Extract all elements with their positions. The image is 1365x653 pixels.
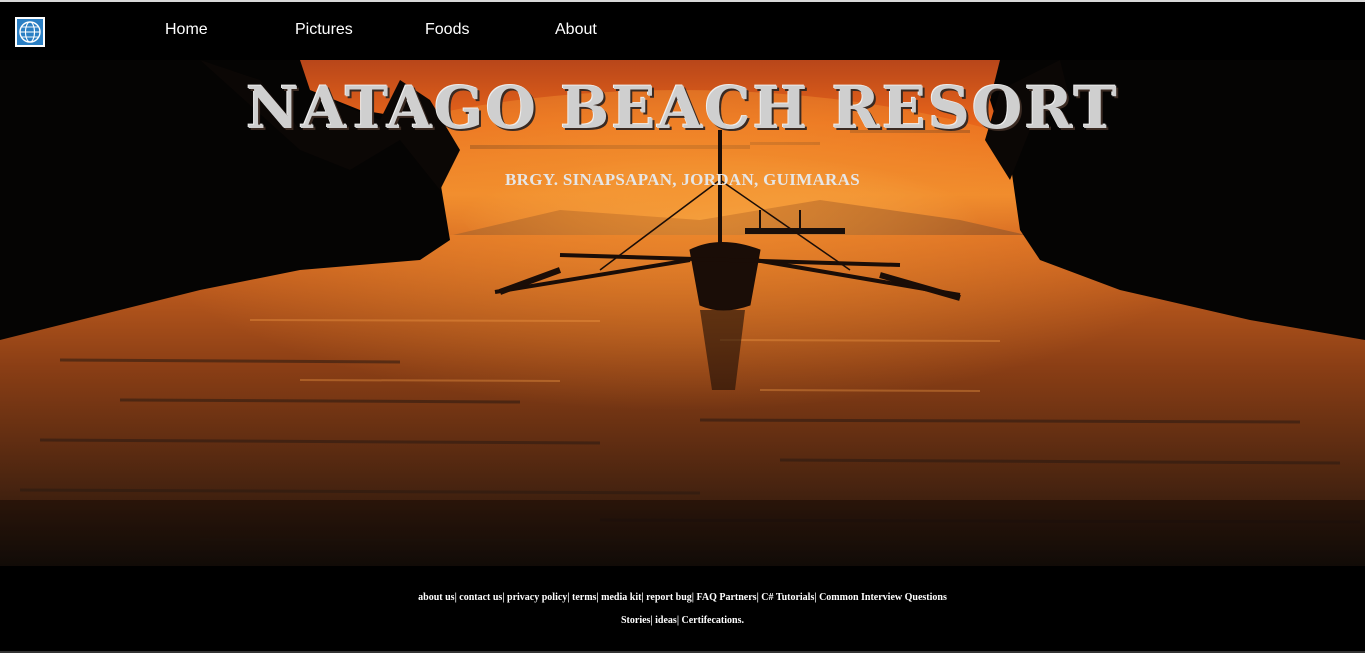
- footer-links-row-2: Stories| ideas| Certifecations.: [0, 614, 1365, 628]
- footer: about us| contact us| privacy policy| te…: [0, 566, 1365, 653]
- hero-banner: NATAGO BEACH RESORT BRGY. SINAPSAPAN, JO…: [0, 60, 1365, 566]
- footer-link[interactable]: Certifecations.: [682, 615, 744, 626]
- nav-pictures-link[interactable]: Pictures: [295, 21, 353, 39]
- footer-link[interactable]: terms: [572, 592, 596, 603]
- footer-link[interactable]: contact us: [459, 592, 502, 603]
- navbar: Home Pictures Foods About: [0, 2, 1365, 60]
- resort-address: BRGY. SINAPSAPAN, JORDAN, GUIMARAS: [505, 170, 860, 189]
- nav-home-link[interactable]: Home: [165, 21, 208, 39]
- footer-link[interactable]: report bug: [646, 592, 692, 603]
- nav-foods-link[interactable]: Foods: [425, 21, 469, 39]
- footer-link[interactable]: media kit: [601, 592, 641, 603]
- site-logo[interactable]: [15, 17, 45, 47]
- resort-title: NATAGO BEACH RESORT: [246, 74, 1119, 142]
- footer-links-row-1: about us| contact us| privacy policy| te…: [0, 591, 1365, 605]
- globe-icon: [17, 19, 43, 45]
- footer-link[interactable]: about us: [418, 592, 454, 603]
- nav-about-link[interactable]: About: [555, 21, 597, 39]
- footer-link[interactable]: ideas: [655, 615, 677, 626]
- footer-link[interactable]: Stories: [621, 615, 650, 626]
- footer-link[interactable]: C# Tutorials: [761, 592, 814, 603]
- footer-link[interactable]: FAQ Partners: [697, 592, 757, 603]
- footer-link[interactable]: privacy policy: [507, 592, 567, 603]
- footer-link[interactable]: Common Interview Questions: [819, 592, 947, 603]
